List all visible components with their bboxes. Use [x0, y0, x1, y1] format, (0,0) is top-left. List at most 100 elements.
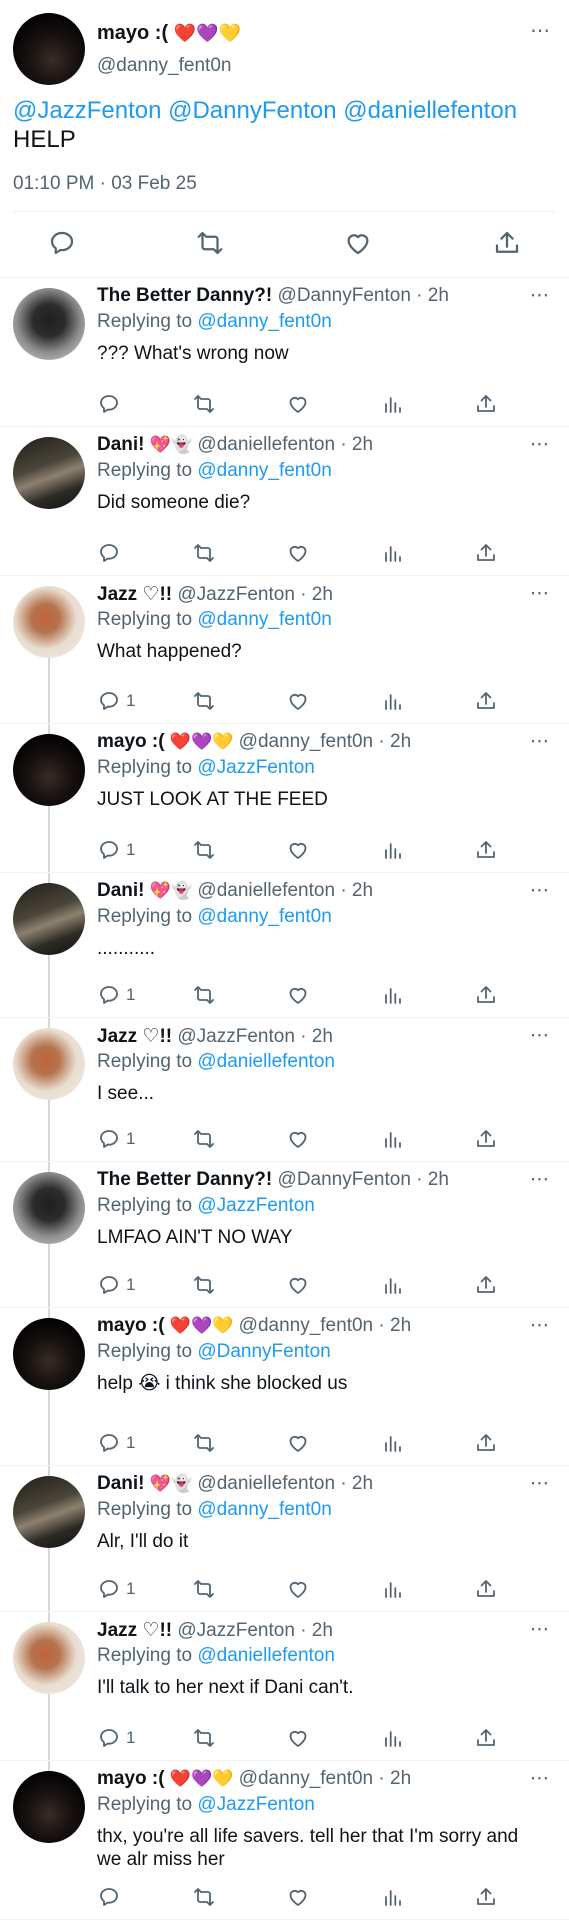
- reply-tweet[interactable]: The Better Danny?! @DannyFenton · 2h ⋯ R…: [0, 278, 569, 427]
- user-handle[interactable]: @daniellefenton: [197, 1473, 335, 1494]
- reply-tweet[interactable]: mayo :( ❤️💜💛 @danny_fent0n · 2h ⋯ Replyi…: [0, 1761, 569, 1920]
- more-options-icon[interactable]: ⋯: [530, 730, 550, 753]
- display-name[interactable]: Dani!: [97, 434, 145, 455]
- analytics-button[interactable]: [381, 688, 405, 714]
- analytics-button[interactable]: [381, 1884, 405, 1910]
- display-name[interactable]: mayo :(: [97, 1315, 165, 1336]
- replying-to-handle[interactable]: @JazzFenton: [197, 1794, 315, 1815]
- replying-to-handle[interactable]: @danny_fent0n: [197, 460, 331, 481]
- reply-tweet[interactable]: The Better Danny?! @DannyFenton · 2h ⋯ R…: [0, 1162, 569, 1308]
- reply-tweet[interactable]: Dani! 💖👻 @daniellefenton · 2h ⋯ Replying…: [0, 1466, 569, 1612]
- more-options-icon[interactable]: ⋯: [530, 1472, 550, 1495]
- share-button[interactable]: [474, 688, 498, 714]
- reply-time[interactable]: · 2h: [340, 1473, 373, 1494]
- retweet-button[interactable]: [192, 391, 216, 417]
- share-button[interactable]: [474, 1430, 498, 1456]
- analytics-button[interactable]: [381, 540, 405, 566]
- share-button[interactable]: [474, 1272, 498, 1298]
- user-handle[interactable]: @danny_fent0n: [239, 1768, 373, 1789]
- display-name[interactable]: mayo :(: [97, 731, 165, 752]
- reply-button[interactable]: 1: [97, 688, 135, 714]
- user-handle[interactable]: @daniellefenton: [197, 880, 335, 901]
- replying-to-handle[interactable]: @DannyFenton: [197, 1341, 330, 1362]
- reply-time[interactable]: · 2h: [300, 584, 333, 605]
- reply-button[interactable]: 1: [97, 982, 135, 1008]
- display-name[interactable]: mayo :(: [97, 1768, 165, 1789]
- like-button[interactable]: [286, 1272, 310, 1298]
- reply-tweet[interactable]: Jazz ♡!! @JazzFenton · 2h ⋯ Replying to …: [0, 1612, 569, 1761]
- avatar-jazz[interactable]: [13, 586, 85, 658]
- reply-tweet[interactable]: mayo :( ❤️💜💛 @danny_fent0n · 2h ⋯ Replyi…: [0, 1308, 569, 1466]
- reply-button[interactable]: [47, 228, 77, 258]
- analytics-button[interactable]: [381, 1725, 405, 1751]
- more-options-icon[interactable]: ⋯: [530, 433, 550, 456]
- more-options-icon[interactable]: ⋯: [530, 1618, 550, 1641]
- avatar-mayo[interactable]: [13, 1318, 85, 1390]
- reply-button[interactable]: 1: [97, 1272, 135, 1298]
- reply-button[interactable]: 1: [97, 1430, 135, 1456]
- avatar-dani[interactable]: [13, 437, 85, 509]
- more-options-icon[interactable]: ⋯: [530, 582, 550, 605]
- retweet-button[interactable]: [192, 688, 216, 714]
- like-button[interactable]: [286, 688, 310, 714]
- analytics-button[interactable]: [381, 1430, 405, 1456]
- user-handle[interactable]: @DannyFenton: [278, 285, 411, 306]
- reply-button[interactable]: 1: [97, 1126, 135, 1152]
- avatar-jazz[interactable]: [13, 1028, 85, 1100]
- share-button[interactable]: [474, 540, 498, 566]
- reply-button[interactable]: 1: [97, 1576, 135, 1602]
- replying-to-handle[interactable]: @daniellefenton: [197, 1645, 335, 1666]
- replying-to-handle[interactable]: @JazzFenton: [197, 757, 315, 778]
- mentions[interactable]: @JazzFenton @DannyFenton @daniellefenton: [13, 97, 517, 124]
- reply-time[interactable]: · 2h: [340, 880, 373, 901]
- retweet-button[interactable]: [192, 1126, 216, 1152]
- reply-time[interactable]: · 2h: [340, 434, 373, 455]
- replying-to-handle[interactable]: @danny_fent0n: [197, 311, 331, 332]
- avatar[interactable]: [13, 13, 85, 85]
- more-options-icon[interactable]: ⋯: [530, 1024, 550, 1047]
- avatar-mayo[interactable]: [13, 1771, 85, 1843]
- reply-time[interactable]: · 2h: [378, 1768, 411, 1789]
- share-button[interactable]: [474, 837, 498, 863]
- replying-to-handle[interactable]: @danny_fent0n: [197, 906, 331, 927]
- like-button[interactable]: [286, 540, 310, 566]
- analytics-button[interactable]: [381, 391, 405, 417]
- display-name[interactable]: Jazz ♡!!: [97, 1026, 172, 1047]
- share-button[interactable]: [474, 1126, 498, 1152]
- share-button[interactable]: [492, 228, 522, 258]
- display-name[interactable]: The Better Danny?!: [97, 285, 272, 306]
- avatar-danny[interactable]: [13, 288, 85, 360]
- more-options-icon[interactable]: ⋯: [530, 1314, 550, 1337]
- retweet-button[interactable]: [192, 837, 216, 863]
- share-button[interactable]: [474, 1725, 498, 1751]
- avatar-mayo[interactable]: [13, 734, 85, 806]
- avatar-jazz[interactable]: [13, 1622, 85, 1694]
- reply-button[interactable]: 1: [97, 1725, 135, 1751]
- share-button[interactable]: [474, 391, 498, 417]
- display-name[interactable]: Jazz ♡!!: [97, 1620, 172, 1641]
- user-handle[interactable]: @JazzFenton: [177, 584, 295, 605]
- like-button[interactable]: [286, 1430, 310, 1456]
- display-name[interactable]: Dani!: [97, 880, 145, 901]
- avatar-dani[interactable]: [13, 1476, 85, 1548]
- like-button[interactable]: [286, 1126, 310, 1152]
- like-button[interactable]: [286, 1884, 310, 1910]
- display-name-text[interactable]: mayo :(: [97, 22, 168, 44]
- analytics-button[interactable]: [381, 982, 405, 1008]
- reply-time[interactable]: · 2h: [416, 1169, 449, 1190]
- analytics-button[interactable]: [381, 1272, 405, 1298]
- reply-time[interactable]: · 2h: [416, 285, 449, 306]
- retweet-button[interactable]: [192, 1272, 216, 1298]
- reply-time[interactable]: · 2h: [378, 731, 411, 752]
- analytics-button[interactable]: [381, 837, 405, 863]
- retweet-button[interactable]: [192, 1576, 216, 1602]
- retweet-button[interactable]: [192, 1884, 216, 1910]
- like-button[interactable]: [286, 1725, 310, 1751]
- share-button[interactable]: [474, 982, 498, 1008]
- reply-button[interactable]: [97, 391, 126, 417]
- display-name[interactable]: The Better Danny?!: [97, 1169, 272, 1190]
- replying-to-handle[interactable]: @daniellefenton: [197, 1051, 335, 1072]
- analytics-button[interactable]: [381, 1576, 405, 1602]
- like-button[interactable]: [286, 837, 310, 863]
- reply-tweet[interactable]: Dani! 💖👻 @daniellefenton · 2h ⋯ Replying…: [0, 427, 569, 576]
